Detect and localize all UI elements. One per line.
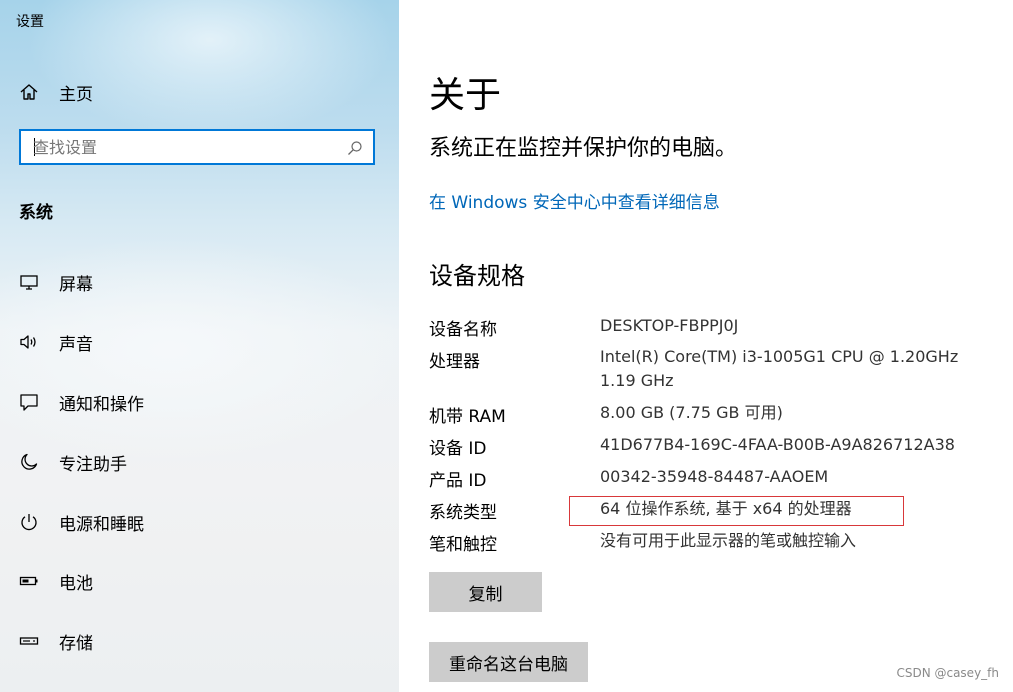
sidebar-item-label: 专注助手 xyxy=(59,454,127,475)
protection-status: 系统正在监控并保护你的电脑。 xyxy=(429,136,738,161)
watermark: CSDN @casey_fh xyxy=(896,666,999,680)
sidebar-item-label: 电源和睡眠 xyxy=(59,514,144,535)
main-content: 关于 系统正在监控并保护你的电脑。 在 Windows 安全中心中查看详细信息 … xyxy=(399,0,1013,692)
spec-label-system-type: 系统类型 xyxy=(429,503,497,523)
search-icon[interactable] xyxy=(347,140,363,156)
sidebar-item-storage[interactable]: 存储 xyxy=(0,621,399,661)
sidebar-item-focus-assist[interactable]: 专注助手 xyxy=(0,442,399,482)
nav-home-label: 主页 xyxy=(59,84,93,105)
home-icon xyxy=(17,80,41,104)
storage-icon xyxy=(17,629,41,653)
settings-window: 设置 主页 系统 屏幕 声音 xyxy=(0,0,1013,692)
device-specs-title: 设备规格 xyxy=(429,262,525,290)
spec-value-processor: Intel(R) Core(TM) i3-1005G1 CPU @ 1.20GH… xyxy=(600,347,959,390)
sidebar-item-display[interactable]: 屏幕 xyxy=(0,262,399,302)
search-box[interactable] xyxy=(19,129,375,165)
speaker-icon xyxy=(17,330,41,354)
spec-value-device-id: 41D677B4-169C-4FAA-B00B-A9A826712A38 xyxy=(600,435,955,454)
sidebar-item-label: 存储 xyxy=(59,633,93,654)
sidebar-item-label: 声音 xyxy=(59,334,93,355)
search-input[interactable] xyxy=(33,136,333,158)
spec-label-ram: 机带 RAM xyxy=(429,407,506,427)
sidebar-item-power[interactable]: 电源和睡眠 xyxy=(0,502,399,542)
battery-icon xyxy=(17,569,41,593)
sidebar: 设置 主页 系统 屏幕 声音 xyxy=(0,0,399,692)
sidebar-item-notifications[interactable]: 通知和操作 xyxy=(0,382,399,422)
moon-icon xyxy=(17,450,41,474)
spec-value-device-name: DESKTOP-FBPPJ0J xyxy=(600,316,739,335)
nav-home[interactable]: 主页 xyxy=(0,72,399,112)
sidebar-item-sound[interactable]: 声音 xyxy=(0,322,399,362)
spec-value-ram: 8.00 GB (7.75 GB 可用) xyxy=(600,403,783,422)
spec-value-pen-touch: 没有可用于此显示器的笔或触控输入 xyxy=(600,531,857,550)
spec-label-processor: 处理器 xyxy=(429,352,480,372)
copy-button[interactable]: 复制 xyxy=(429,572,542,612)
spec-label-pen-touch: 笔和触控 xyxy=(429,535,497,555)
app-title: 设置 xyxy=(16,14,44,30)
spec-label-device-id: 设备 ID xyxy=(429,439,487,459)
notification-icon xyxy=(17,390,41,414)
page-title: 关于 xyxy=(429,75,502,116)
power-icon xyxy=(17,510,41,534)
sidebar-section-title: 系统 xyxy=(19,203,53,223)
rename-pc-button[interactable]: 重命名这台电脑 xyxy=(429,642,588,682)
display-icon xyxy=(17,270,41,294)
sidebar-item-label: 屏幕 xyxy=(59,274,93,295)
sidebar-item-label: 电池 xyxy=(59,573,93,594)
highlight-annotation xyxy=(569,496,904,526)
spec-label-product-id: 产品 ID xyxy=(429,471,487,491)
sidebar-item-label: 通知和操作 xyxy=(59,394,144,415)
security-center-link[interactable]: 在 Windows 安全中心中查看详细信息 xyxy=(429,188,720,213)
spec-value-product-id: 00342-35948-84487-AAOEM xyxy=(600,467,829,486)
sidebar-item-battery[interactable]: 电池 xyxy=(0,561,399,601)
spec-label-device-name: 设备名称 xyxy=(429,320,497,340)
